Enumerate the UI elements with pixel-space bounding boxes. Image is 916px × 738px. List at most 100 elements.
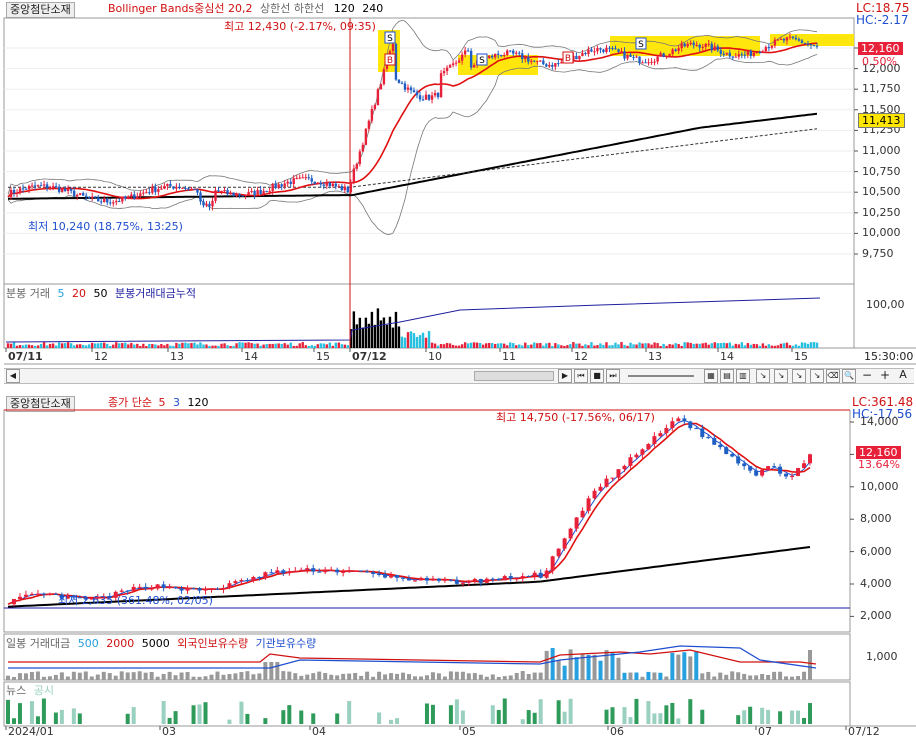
bvol-inst: 기관보유수량 [255, 637, 317, 650]
bottom-candle-body [772, 466, 777, 468]
bottom-volume-bar [35, 671, 40, 680]
bottom-candle-body [41, 593, 46, 595]
news-bar [161, 700, 166, 724]
news-bar [688, 699, 693, 724]
bottom-candle-body [407, 578, 412, 581]
bottom-volume-bar [263, 662, 268, 680]
bottom-volume-bar [311, 673, 316, 680]
bottom-volume-bar [664, 676, 669, 680]
news-bar [502, 698, 507, 724]
news-bar [460, 710, 465, 724]
news-bar [448, 705, 453, 724]
bottom-volume-bar [269, 662, 274, 680]
bottom-volume-bar [185, 672, 190, 680]
bottom-volume-bar [125, 672, 130, 680]
bottom-candle-body [233, 581, 238, 584]
bottom-candle-body [718, 444, 723, 448]
bottom-volume-bar [736, 672, 741, 680]
bottom-volume-bar [466, 673, 471, 680]
bottom-volume-bar [688, 656, 693, 680]
bottom-volume-bar [239, 672, 244, 680]
bottom-vol-tick: 1,000 [866, 650, 898, 663]
news-bar [634, 698, 639, 724]
bottom-candle-body [143, 586, 148, 589]
news-bar [496, 709, 501, 724]
news-bar [430, 704, 435, 724]
bottom-candle-body [460, 582, 465, 584]
bottom-volume-bar [682, 652, 687, 680]
news-bar [53, 712, 58, 724]
bottom-volume-bar [407, 674, 412, 680]
news-bar [538, 699, 543, 724]
bottom-candle-body [640, 449, 645, 455]
bottom-candle-body [17, 596, 22, 599]
bottom-xtick-label: 07/12 [848, 725, 880, 738]
bottom-candle-body [245, 579, 250, 582]
news-bar [652, 713, 657, 724]
bottom-volume-bar [341, 673, 346, 680]
news-bar [568, 698, 573, 724]
bottom-volume-bar [796, 676, 801, 680]
news-bar [131, 707, 136, 724]
bottom-candle-body [598, 486, 603, 491]
bottom-candle-body [287, 571, 292, 574]
bottom-volume-bar [490, 674, 495, 680]
bottom-volume-bar [526, 674, 531, 680]
news-bar [742, 710, 747, 724]
bottom-volume-bar [137, 671, 142, 680]
bottom-volume-bar [41, 676, 46, 680]
news-bar [125, 713, 130, 724]
bottom-volume-bar [754, 675, 759, 680]
bottom-volume-bar [640, 676, 645, 680]
bottom-volume-bar [616, 657, 621, 680]
bottom-candle-body [29, 593, 34, 595]
bottom-candle-body [652, 436, 657, 445]
bottom-candle-body [466, 580, 471, 583]
bvol-p2: 2000 [106, 637, 135, 650]
news-bar [748, 706, 753, 724]
bottom-candle-body [544, 570, 549, 578]
news-bar [41, 698, 46, 724]
bottom-candle-body [365, 571, 370, 573]
bottom-candle-body [634, 454, 639, 458]
bottom-volume-bar [6, 675, 10, 680]
bottom-candle-body [808, 454, 813, 464]
bottom-candle-body [478, 578, 483, 583]
bottom-volume-bar [83, 671, 88, 680]
bottom-candle-body [191, 587, 196, 589]
bottom-xtick-label: 06 [610, 725, 624, 738]
bottom-candle-body [748, 466, 753, 471]
news-bar [335, 713, 340, 724]
news-bar [808, 703, 813, 724]
bottom-candle-body [568, 528, 573, 539]
bottom-volume-bar [424, 675, 429, 680]
bottom-candle-body [161, 584, 166, 588]
bottom-candle-body [706, 437, 711, 439]
bottom-volume-bar [520, 671, 525, 680]
bottom-volume-bar [484, 676, 489, 680]
bottom-candle-body [688, 421, 693, 429]
news-legend: 뉴스 공시 [6, 684, 54, 698]
bottom-volume-bar [544, 650, 549, 680]
news-bar [203, 702, 208, 724]
bottom-volume-bar [95, 674, 100, 680]
bottom-volume-bar [221, 674, 226, 680]
bottom-candle-body [436, 578, 441, 581]
bottom-volume-bar [23, 673, 28, 680]
bottom-volume-bar [748, 675, 753, 680]
bottom-candle-body [395, 575, 400, 578]
bottom-volume-bar [317, 671, 322, 680]
bottom-volume-bar [472, 673, 477, 680]
news-bar [395, 718, 400, 724]
bottom-volume-bar [179, 672, 184, 680]
bottom-candle-body [562, 538, 567, 549]
bottom-candle-body [335, 569, 340, 573]
bvol-name: 일봉 거래대금 [6, 637, 71, 650]
bottom-volume-bar [610, 653, 615, 680]
news-bar [71, 708, 76, 724]
news-bar [6, 699, 10, 724]
news-bar [347, 701, 352, 724]
bottom-candle-body [11, 598, 16, 605]
bottom-candle-body [700, 428, 705, 438]
bottom-candle-body [179, 588, 184, 591]
